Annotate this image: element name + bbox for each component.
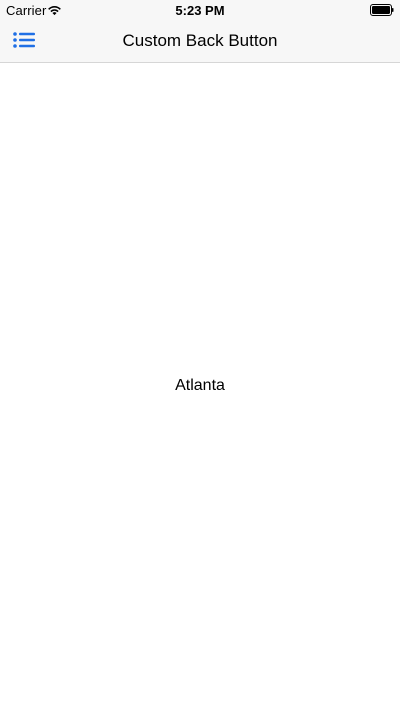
screen: Carrier 5:23 PM Custom Back Button Atlan… <box>0 0 400 711</box>
city-label: Atlanta <box>175 377 225 394</box>
page-title: Custom Back Button <box>122 31 278 50</box>
clock-time: 5:23 PM <box>175 3 225 18</box>
status-bar: Carrier 5:23 PM <box>0 0 400 20</box>
navigation-bar: Custom Back Button <box>0 20 400 63</box>
battery-icon <box>370 4 394 16</box>
